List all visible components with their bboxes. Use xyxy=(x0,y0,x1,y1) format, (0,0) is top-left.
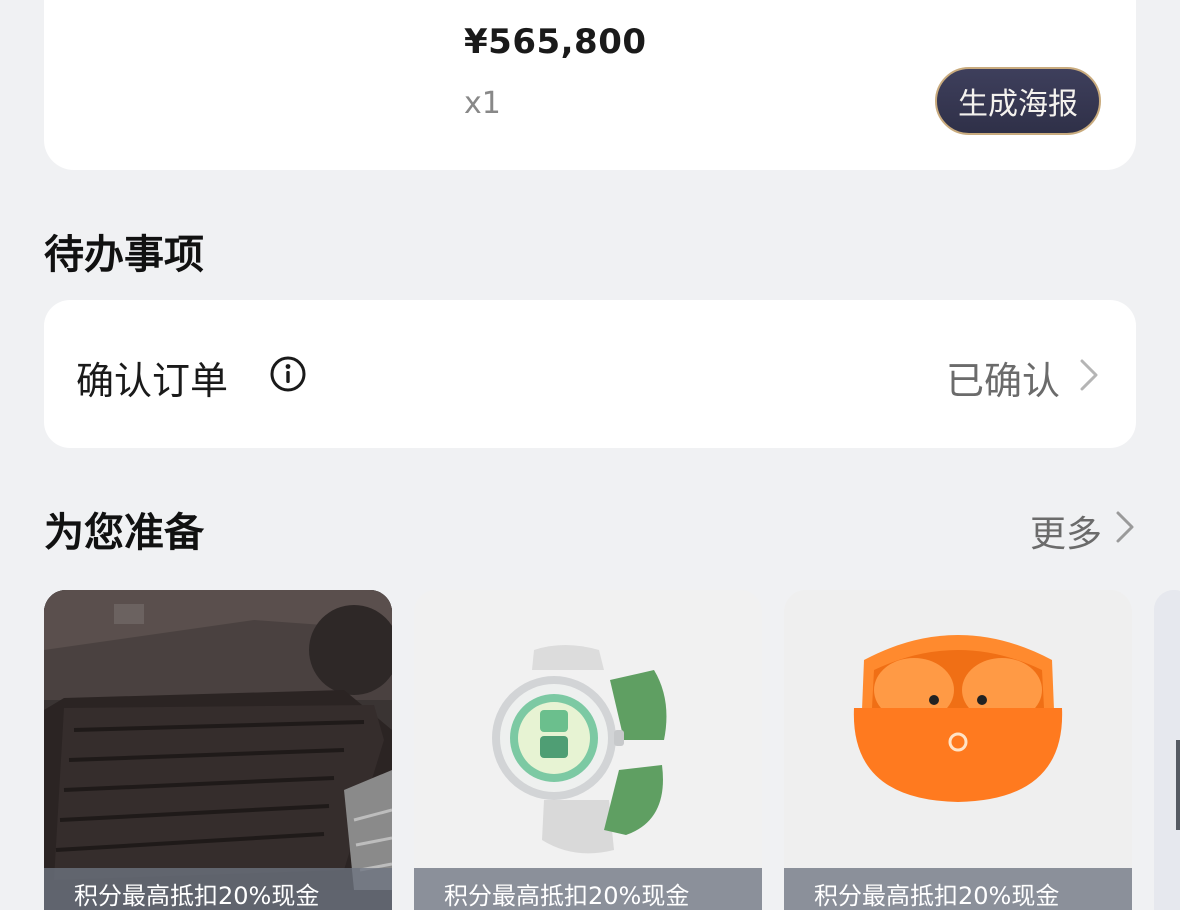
confirm-order-row[interactable]: 确认订单 已确认 xyxy=(44,300,1136,448)
info-circle-icon[interactable] xyxy=(270,356,306,392)
product-promo: 积分最高抵扣20%现金 xyxy=(784,868,1132,910)
product-card-partial[interactable] xyxy=(1154,590,1180,910)
product-promo: 积分最高抵扣20%现金 xyxy=(44,868,392,910)
partial-product-image xyxy=(1154,590,1180,890)
product-card-smartwatch[interactable]: 积分最高抵扣20%现金 xyxy=(414,590,762,910)
earbuds-image xyxy=(784,590,1132,890)
trunk-mat-image xyxy=(44,590,392,890)
product-card-trunk-mat[interactable]: 积分最高抵扣20%现金 xyxy=(44,590,392,910)
product-promo: 积分最高抵扣20%现金 xyxy=(414,868,762,910)
confirm-order-label: 确认订单 xyxy=(76,359,229,403)
generate-poster-button[interactable]: 生成海报 xyxy=(935,67,1101,135)
product-card-earbuds[interactable]: 积分最高抵扣20%现金 xyxy=(784,590,1132,910)
smartwatch-image xyxy=(414,590,762,890)
order-summary-card: ¥565,800 x1 生成海报 xyxy=(44,0,1136,170)
order-quantity: x1 xyxy=(464,86,501,121)
chevron-right-icon xyxy=(1080,359,1098,391)
confirm-order-status: 已确认 xyxy=(945,359,1060,403)
recommend-section-title: 为您准备 xyxy=(44,510,204,556)
chevron-right-icon[interactable] xyxy=(1114,509,1136,545)
order-price: ¥565,800 xyxy=(464,22,647,62)
more-link[interactable]: 更多 xyxy=(1030,505,1102,557)
todo-section-title: 待办事项 xyxy=(44,232,204,278)
